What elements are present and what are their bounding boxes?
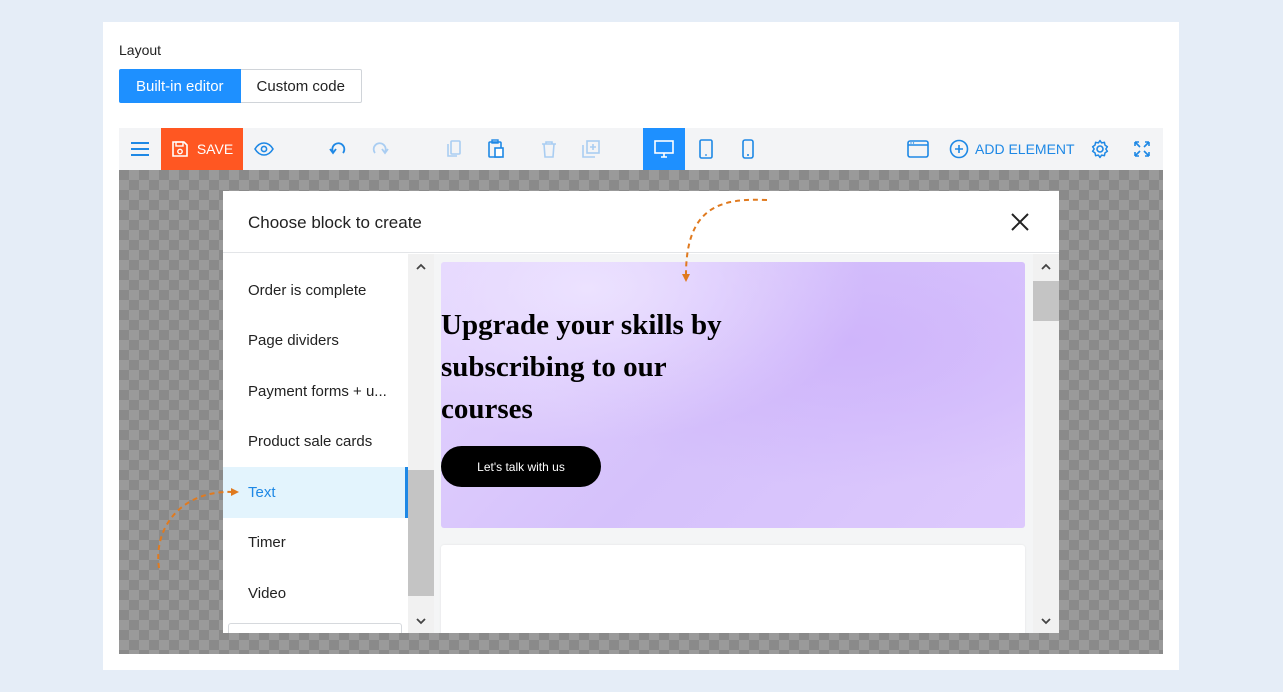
scroll-up-icon[interactable] [1040,261,1052,273]
tablet-view-button[interactable] [685,128,727,170]
browser-window-icon [907,140,929,158]
add-circle-icon [949,139,969,159]
save-button[interactable]: SAVE [161,128,243,170]
text-block-preview[interactable]: Upgrade your skills by subscribing to ou… [441,262,1025,528]
desktop-icon [654,140,674,158]
undo-icon [329,142,346,155]
delete-button[interactable] [528,128,570,170]
block-preview-list: Upgrade your skills by subscribing to ou… [434,254,1033,633]
add-element-button[interactable]: ADD ELEMENT [949,128,1075,170]
custom-code-tab[interactable]: Custom code [240,69,362,103]
copy-button[interactable] [433,128,475,170]
paste-button[interactable] [475,128,517,170]
add-element-label: ADD ELEMENT [975,141,1075,157]
modal-header: Choose block to create [223,191,1059,253]
mobile-view-button[interactable] [727,128,769,170]
gear-icon [1091,139,1109,159]
desktop-view-button[interactable] [643,128,685,170]
fullscreen-icon [1134,141,1150,157]
menu-button[interactable] [119,128,161,170]
duplicate-icon [582,140,600,158]
editor-toolbar: SAVE ADD ELEMENT [119,128,1163,170]
fullscreen-button[interactable] [1121,128,1163,170]
list-bottom-item [228,623,402,633]
category-text[interactable]: Text [223,467,408,518]
preview-heading: Upgrade your skills by subscribing to ou… [441,309,722,425]
delete-icon [542,141,556,158]
preview-button[interactable] [243,128,285,170]
layout-mode-toggle: Built-in editor Custom code [119,69,362,103]
built-in-editor-tab[interactable]: Built-in editor [119,69,241,103]
menu-icon [131,142,149,156]
category-payment-forms[interactable]: Payment forms + u... [223,366,408,417]
category-list-scroll-thumb[interactable] [408,470,434,596]
scroll-up-icon[interactable] [415,261,427,273]
layout-card: Layout Built-in editor Custom code SAVE [103,22,1179,670]
category-list-scrollbar[interactable] [408,254,434,633]
category-page-dividers[interactable]: Page dividers [223,316,408,367]
preview-scroll-thumb[interactable] [1033,281,1059,321]
save-icon [172,141,188,157]
preview-scrollbar[interactable] [1033,254,1059,633]
undo-button[interactable] [317,128,359,170]
redo-button[interactable] [359,128,401,170]
category-order-is-complete[interactable]: Order is complete [223,265,408,316]
layout-label: Layout [119,42,162,58]
editor-canvas: Choose block to create Order is complete… [119,170,1163,654]
copy-icon [447,140,461,157]
category-timer[interactable]: Timer [223,518,408,569]
scroll-down-icon[interactable] [415,615,427,627]
eye-icon [254,142,274,156]
preview-cta-button: Let's talk with us [441,446,601,487]
paste-icon [488,139,504,158]
modal-title: Choose block to create [248,213,422,232]
mobile-icon [742,139,754,159]
close-icon[interactable] [1009,211,1031,233]
page-settings-button[interactable] [897,128,939,170]
duplicate-button[interactable] [570,128,612,170]
category-video[interactable]: Video [223,568,408,619]
settings-button[interactable] [1079,128,1121,170]
tablet-icon [699,139,713,159]
choose-block-modal: Choose block to create Order is complete… [223,191,1059,633]
block-category-list: Order is complete Page dividers Payment … [223,254,408,633]
block-preview-2[interactable] [441,545,1025,633]
save-label: SAVE [196,141,234,157]
scroll-down-icon[interactable] [1040,615,1052,627]
category-product-sale-cards[interactable]: Product sale cards [223,417,408,468]
redo-icon [372,142,389,155]
